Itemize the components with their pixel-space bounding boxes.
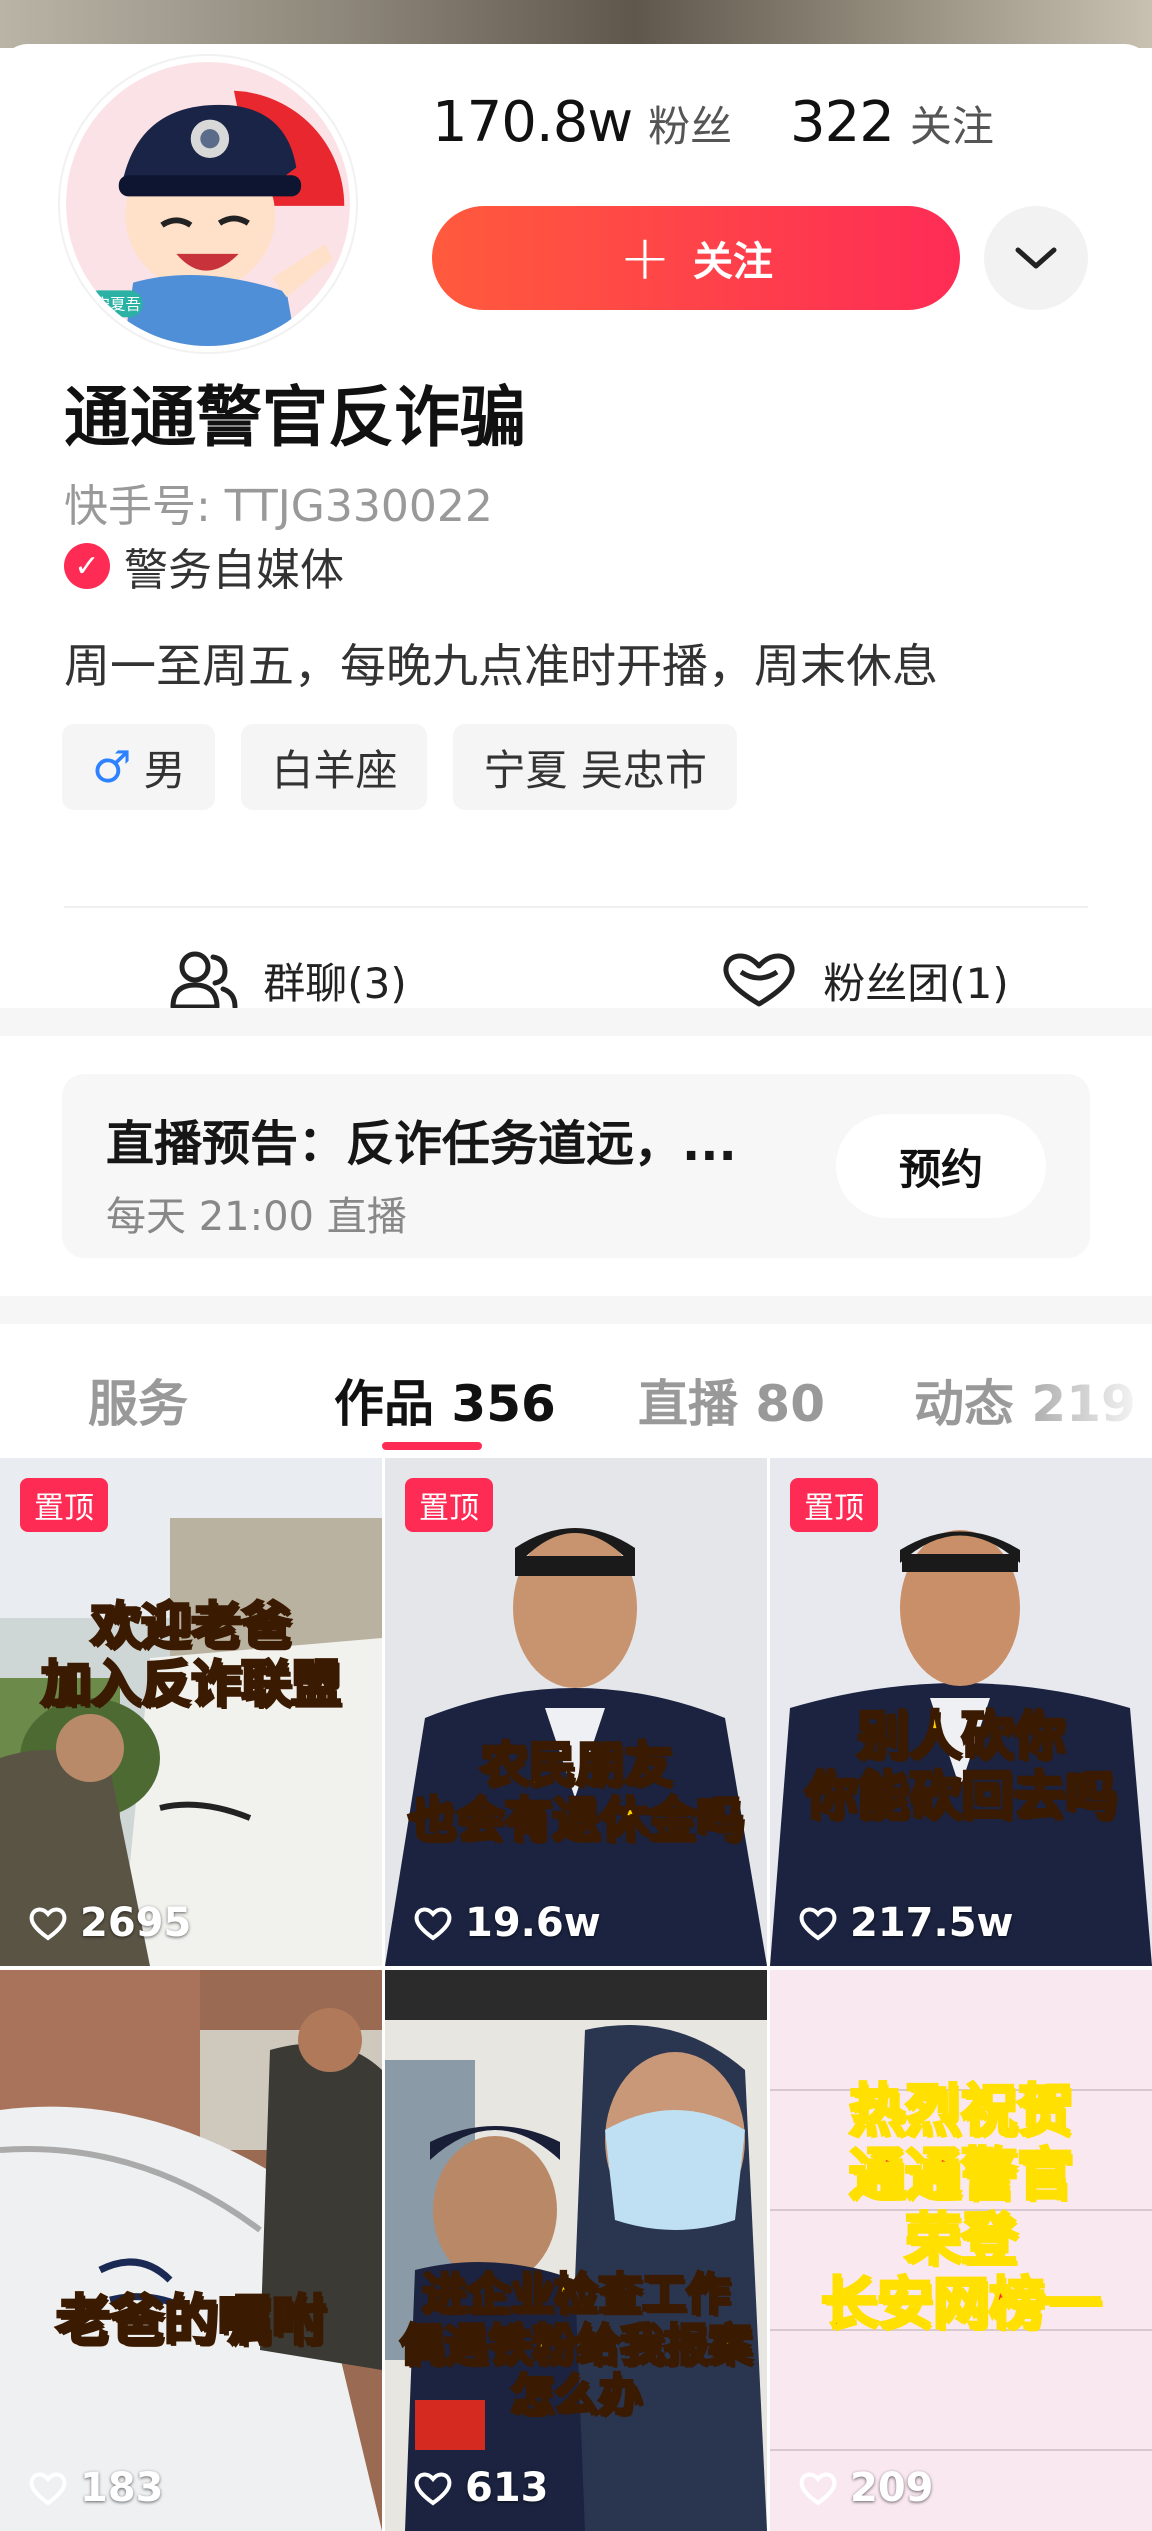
tab-works[interactable]: 作品 356 (334, 1364, 556, 1436)
video-card[interactable]: 置顶 别人砍你 你能砍回去吗 217.5w (770, 1458, 1152, 1966)
followers-stat[interactable]: 170.8w 粉丝 (432, 90, 732, 155)
active-tab-indicator (382, 1442, 482, 1450)
gender-tag: ♂ 男 (62, 724, 216, 810)
profile-bio: 周一至周五，每晚九点准时开播，周末休息 (64, 639, 938, 693)
heart-icon (29, 2472, 67, 2506)
more-options-button[interactable] (984, 206, 1088, 310)
group-chat-label: 群聊(3) (263, 958, 407, 1008)
likes-count: 613 (413, 2465, 549, 2511)
video-caption: 老爸的嘱咐 (55, 2288, 328, 2353)
verification-label: 警务自媒体 (124, 545, 344, 596)
likes-value: 209 (850, 2465, 934, 2511)
video-grid: 置顶 欢迎老爸 加入反诈联盟 2695 置顶 农民朋友 也会有退休金吗 19.6… (0, 1458, 1152, 2531)
video-caption: 农民朋友 也会有退休金吗 (406, 1736, 745, 1850)
profile-banner (0, 0, 1152, 48)
police-cartoon-avatar: 宁夏吾 (66, 62, 350, 346)
video-thumbnail (0, 1970, 382, 2531)
avatar-badge-text: 宁夏吾 (95, 296, 141, 314)
video-card[interactable]: 老爸的嘱咐 183 (0, 1970, 382, 2531)
section-divider (0, 1296, 1152, 1324)
gender-label: 男 (143, 745, 186, 795)
content-tabs: 服务 作品 356 直播 80 动态 219 (0, 1324, 1152, 1456)
follow-button[interactable]: + 关注 (432, 206, 960, 310)
section-divider (0, 1008, 1152, 1036)
heart-badge-icon (723, 953, 795, 1007)
heart-icon (799, 2472, 837, 2506)
followers-label: 粉丝 (648, 102, 733, 151)
heart-icon (414, 2472, 452, 2506)
pinned-badge: 置顶 (405, 1478, 493, 1532)
follow-button-label: 关注 (692, 239, 773, 285)
following-stat[interactable]: 322 关注 (790, 90, 994, 155)
video-card[interactable]: 进企业检查工作 偶遇铁粉给我报案 怎么办 613 (385, 1970, 767, 2531)
pinned-badge: 置顶 (790, 1478, 878, 1532)
tab-fade-overlay (1000, 1354, 1152, 1434)
video-caption: 热烈祝贺 通通警官 荣登 长安网榜一 (820, 2078, 1103, 2338)
tab-live[interactable]: 直播 80 (638, 1364, 825, 1436)
chevron-down-icon (1015, 247, 1057, 269)
following-count: 322 (790, 90, 895, 155)
avatar[interactable]: 宁夏吾 (60, 56, 356, 352)
verified-check-icon: ✓ (64, 543, 110, 589)
male-icon: ♂ (92, 741, 132, 793)
live-notice-title: 直播预告：反诈任务道远，... (106, 1116, 737, 1172)
video-card[interactable]: 置顶 欢迎老爸 加入反诈联盟 2695 (0, 1458, 382, 1966)
fan-club-label: 粉丝团(1) (823, 958, 1009, 1008)
video-card[interactable]: 置顶 农民朋友 也会有退休金吗 19.6w (385, 1458, 767, 1966)
group-icon (170, 951, 238, 1010)
heart-icon (414, 1907, 452, 1941)
likes-count: 19.6w (413, 1900, 601, 1946)
following-label: 关注 (909, 102, 994, 151)
reserve-button[interactable]: 预约 (836, 1114, 1046, 1218)
likes-count: 209 (798, 2465, 934, 2511)
heart-icon (799, 1907, 837, 1941)
live-notice-time: 每天 21:00 直播 (106, 1194, 407, 1240)
video-caption: 欢迎老爸 加入反诈联盟 (40, 1596, 343, 1714)
video-card[interactable]: 热烈祝贺 通通警官 荣登 长安网榜一 209 (770, 1970, 1152, 2531)
video-caption: 别人砍你 你能砍回去吗 (803, 1706, 1118, 1828)
verification-badge[interactable]: ✓ 警务自媒体 (64, 534, 344, 598)
likes-count: 183 (28, 2465, 164, 2511)
pinned-badge: 置顶 (20, 1478, 108, 1532)
live-notice-card[interactable]: 直播预告：反诈任务道远，... 每天 21:00 直播 预约 (62, 1074, 1090, 1258)
profile-card: 宁夏吾 170.8w 粉丝 322 关注 + 关注 通通警官反诈骗 快手号: T… (0, 44, 1152, 1014)
account-id[interactable]: 快手号: TTJG330022 (64, 470, 493, 534)
tab-service[interactable]: 服务 (88, 1364, 188, 1436)
video-thumbnail (385, 1970, 767, 2531)
location-tag: 宁夏 吴忠市 (453, 724, 737, 810)
video-thumbnail (385, 1458, 767, 1966)
plus-icon: + (619, 221, 671, 294)
video-caption: 进企业检查工作 偶遇铁粉给我报案 怎么办 (399, 2268, 754, 2423)
likes-value: 19.6w (465, 1900, 601, 1946)
likes-count: 217.5w (798, 1900, 1013, 1946)
profile-tags: ♂ 男 白羊座 宁夏 吴忠市 (62, 724, 737, 810)
followers-count: 170.8w (432, 90, 633, 155)
profile-name: 通通警官反诈骗 (64, 379, 526, 456)
heart-icon (29, 1907, 67, 1941)
likes-value: 2695 (80, 1900, 192, 1946)
likes-count: 2695 (28, 1900, 191, 1946)
likes-value: 183 (80, 2465, 164, 2511)
zodiac-tag: 白羊座 (241, 724, 428, 810)
likes-value: 217.5w (850, 1900, 1014, 1946)
likes-value: 613 (465, 2465, 549, 2511)
